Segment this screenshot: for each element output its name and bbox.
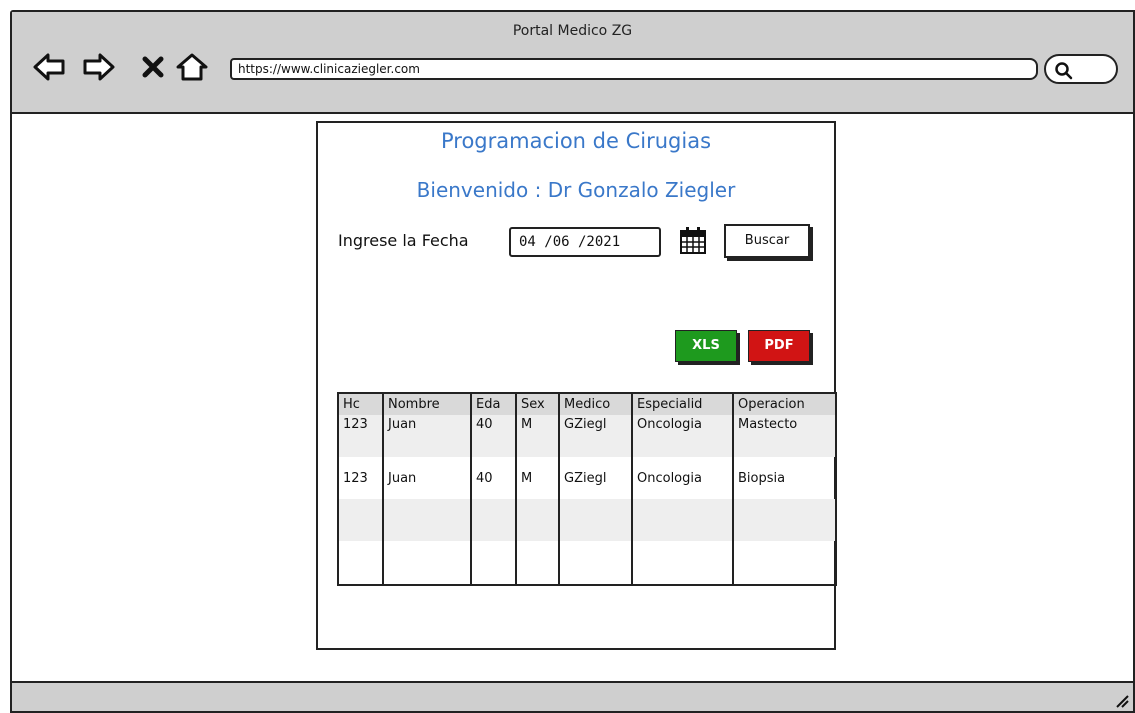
- column-header-sexo[interactable]: Sex: [515, 393, 559, 415]
- cell-edad: 40: [470, 415, 516, 457]
- cell-nombre: [382, 499, 471, 541]
- surgery-table: Hc Nombre Eda Sex Medico Especialid Oper…: [337, 392, 837, 586]
- cell-sexo: M: [515, 415, 559, 457]
- cell-operacion: Mastecto: [732, 415, 836, 457]
- forward-arrow-icon[interactable]: [82, 52, 115, 82]
- search-button[interactable]: Buscar: [724, 224, 810, 258]
- table-header-row: Hc Nombre Eda Sex Medico Especialid Oper…: [338, 393, 836, 415]
- cell-operacion: Biopsia: [732, 457, 836, 499]
- cell-medico: GZiegl: [558, 457, 632, 499]
- cell-medico: GZiegl: [558, 415, 632, 457]
- cell-nombre: Juan: [382, 457, 471, 499]
- surgery-schedule-panel: Programacion de Cirugias Bienvenido : Dr…: [316, 121, 837, 650]
- home-icon[interactable]: [175, 52, 208, 82]
- cell-medico: [558, 499, 632, 541]
- cell-especialidad: Oncologia: [631, 415, 733, 457]
- cell-operacion: [732, 499, 836, 541]
- column-header-medico[interactable]: Medico: [558, 393, 632, 415]
- back-arrow-icon[interactable]: [32, 52, 65, 82]
- table-row[interactable]: 123 Juan 40 M GZiegl Oncologia Biopsia: [338, 457, 836, 499]
- window-title: Portal Medico ZG: [512, 23, 633, 39]
- cell-edad: 40: [470, 457, 516, 499]
- search-icon: [1055, 62, 1073, 80]
- cell-edad: [470, 541, 516, 585]
- table-row[interactable]: 123 Juan 40 M GZiegl Oncologia Mastecto: [338, 415, 836, 457]
- cell-hc: [338, 541, 383, 585]
- cell-sexo: M: [515, 457, 559, 499]
- page-title: Programacion de Cirugias: [440, 129, 712, 153]
- welcome-message: Bienvenido : Dr Gonzalo Ziegler: [416, 178, 736, 202]
- cell-edad: [470, 499, 516, 541]
- column-header-nombre[interactable]: Nombre: [382, 393, 471, 415]
- close-icon[interactable]: [140, 52, 172, 82]
- column-header-operacion[interactable]: Operacion: [732, 393, 836, 415]
- cell-operacion: [732, 541, 836, 585]
- calendar-icon[interactable]: [679, 224, 707, 260]
- url-input[interactable]: https://www.clinicaziegler.com: [230, 58, 1038, 80]
- cell-nombre: Juan: [382, 415, 471, 457]
- resize-grip-icon[interactable]: [1113, 692, 1129, 708]
- cell-hc: [338, 499, 383, 541]
- browser-search-button[interactable]: [1044, 54, 1118, 84]
- column-header-hc[interactable]: Hc: [338, 393, 383, 415]
- table-row[interactable]: [338, 499, 836, 541]
- date-label: Ingrese la Fecha: [338, 231, 469, 250]
- cell-hc: 123: [343, 417, 368, 432]
- cell-especialidad: Oncologia: [631, 457, 733, 499]
- cell-especialidad: [631, 541, 733, 585]
- date-field[interactable]: 04 /06 /2021: [509, 227, 661, 257]
- table-row[interactable]: [338, 541, 836, 585]
- cell-nombre: [382, 541, 471, 585]
- cell-medico: [558, 541, 632, 585]
- cell-sexo: [515, 541, 559, 585]
- cell-sexo: [515, 499, 559, 541]
- cell-especialidad: [631, 499, 733, 541]
- cell-hc: 123: [343, 470, 368, 486]
- export-pdf-button[interactable]: PDF: [748, 330, 810, 362]
- browser-toolbar: Portal Medico ZG https://www.clinicazieg…: [12, 12, 1133, 114]
- export-xls-button[interactable]: XLS: [675, 330, 737, 362]
- column-header-especialidad[interactable]: Especialid: [631, 393, 733, 415]
- column-header-edad[interactable]: Eda: [470, 393, 516, 415]
- status-bar: [12, 681, 1133, 711]
